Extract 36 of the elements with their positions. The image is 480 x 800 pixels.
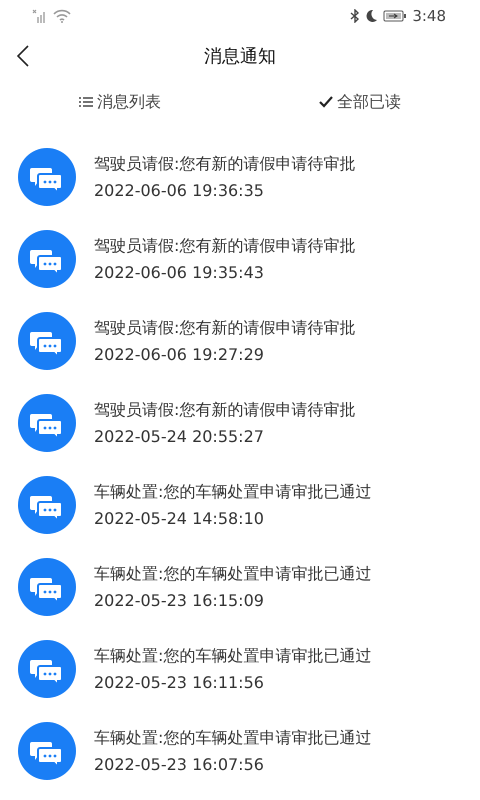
- chat-bubbles-icon: [18, 148, 76, 206]
- chat-bubbles-icon: [18, 394, 76, 452]
- message-time: 2022-05-23 16:07:56: [94, 755, 265, 774]
- message-time: 2022-06-06 19:27:29: [94, 345, 265, 364]
- wifi-icon: [53, 9, 71, 23]
- message-title: 驾驶员请假:您有新的请假申请待审批: [94, 400, 356, 421]
- message-time: 2022-06-06 19:35:43: [94, 263, 265, 282]
- message-time: 2022-06-06 19:36:35: [94, 181, 265, 200]
- message-title: 驾驶员请假:您有新的请假申请待审批: [94, 318, 356, 339]
- message-title: 驾驶员请假:您有新的请假申请待审批: [94, 236, 356, 257]
- chat-bubbles-icon: [18, 722, 76, 780]
- message-time: 2022-05-23 16:11:56: [94, 673, 265, 692]
- bluetooth-icon: [350, 9, 360, 23]
- chat-bubbles-icon: [18, 476, 76, 534]
- mark-all-read-button[interactable]: 全部已读: [240, 80, 480, 124]
- signal-icon: [32, 9, 48, 23]
- message-list-button[interactable]: 消息列表: [0, 80, 240, 124]
- chat-bubbles-icon: [18, 558, 76, 616]
- message-title: 驾驶员请假:您有新的请假申请待审批: [94, 154, 356, 175]
- back-icon[interactable]: [16, 45, 30, 67]
- chat-bubbles-icon: [18, 312, 76, 370]
- chat-bubbles-icon: [18, 640, 76, 698]
- message-time: 2022-05-24 14:58:10: [94, 509, 265, 528]
- battery-icon: [383, 10, 408, 22]
- chat-bubbles-icon: [18, 230, 76, 288]
- message-title: 车辆处置:您的车辆处置申请审批已通过: [94, 728, 372, 749]
- message-title: 车辆处置:您的车辆处置申请审批已通过: [94, 564, 372, 585]
- message-time: 2022-05-23 16:15:09: [94, 591, 265, 610]
- list-icon: [79, 96, 93, 108]
- message-title: 车辆处置:您的车辆处置申请审批已通过: [94, 646, 372, 667]
- clock-time: 3:48: [412, 7, 446, 25]
- check-icon: [319, 96, 333, 108]
- message-title: 车辆处置:您的车辆处置申请审批已通过: [94, 482, 372, 503]
- message-time: 2022-05-24 20:55:27: [94, 427, 265, 446]
- moon-icon: [365, 9, 378, 23]
- page-title: 消息通知: [204, 45, 276, 68]
